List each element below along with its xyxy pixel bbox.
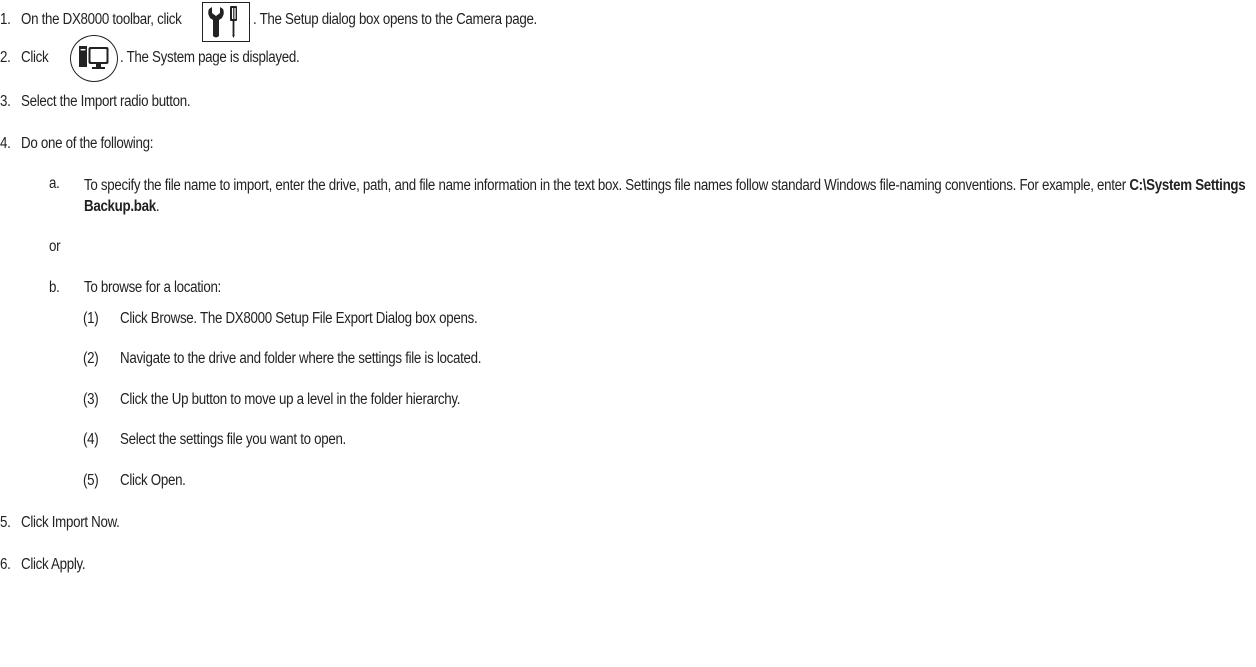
option-b-label: b. [49,279,60,296]
step-2-text-pre: Click [21,49,49,66]
step-number-6: 6. [0,556,11,573]
substep-text: Click Open. [120,472,186,489]
substep-number: (2) [83,350,99,367]
instruction-page: 1. On the DX8000 toolbar, click . The Se… [0,0,1256,667]
computer-icon [79,46,109,69]
substep-number: (1) [83,310,99,327]
substep-number: (5) [83,472,99,489]
step-2-text-post: . The System page is displayed. [120,49,300,66]
system-computer-icon [70,35,118,82]
wrench-screwdriver-icon [208,6,237,38]
step-1-text-pre: On the DX8000 toolbar, click [21,11,182,28]
step-number-2: 2. [0,49,11,66]
substep-text: Navigate to the drive and folder where t… [120,350,482,367]
step-5-text: Click Import Now. [21,514,120,531]
step-number-5: 5. [0,514,11,531]
option-a-end: . [155,198,160,215]
step-number-3: 3. [0,93,11,110]
step-number-1: 1. [0,11,11,28]
option-a-paragraph: To specify the file name to import, ente… [84,175,1256,217]
step-3-text: Select the Import radio button. [21,93,191,110]
setup-tools-icon [202,2,250,42]
step-1-text-post: . The Setup dialog box opens to the Came… [253,11,537,28]
option-a-label: a. [49,175,60,192]
option-a-text: To specify the file name to import, ente… [84,177,1130,194]
or-separator: or [49,238,61,255]
substep-text: Select the settings file you want to ope… [120,431,346,448]
substep-text: Click the Up button to move up a level i… [120,391,461,408]
step-6-text: Click Apply. [21,556,86,573]
substep-number: (4) [83,431,99,448]
step-number-4: 4. [0,135,11,152]
substep-text: Click Browse. The DX8000 Setup File Expo… [120,310,478,327]
step-4-text: Do one of the following: [21,135,154,152]
substep-number: (3) [83,391,99,408]
option-b-text: To browse for a location: [84,279,221,296]
